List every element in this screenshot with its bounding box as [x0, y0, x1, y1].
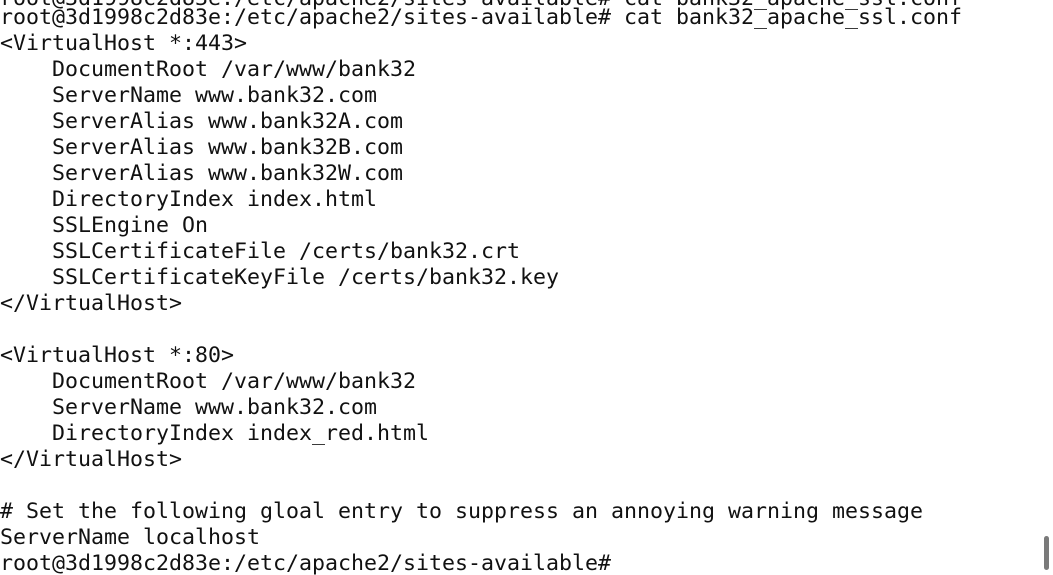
- terminal-line: </VirtualHost>: [0, 291, 183, 316]
- terminal-line: ServerAlias www.bank32W.com: [0, 161, 404, 186]
- terminal-line: DocumentRoot /var/www/bank32: [0, 57, 417, 82]
- terminal-output[interactable]: root@3d1998c2d83e:/etc/apache2/sites-ava…: [0, 0, 1040, 575]
- terminal-line: root@3d1998c2d83e:/etc/apache2/sites-ava…: [0, 5, 963, 30]
- terminal-line: ServerAlias www.bank32B.com: [0, 135, 404, 160]
- terminal-line: <VirtualHost *:80>: [0, 343, 235, 368]
- terminal-line: SSLCertificateKeyFile /certs/bank32.key: [0, 265, 560, 290]
- terminal-line: ServerName www.bank32.com: [0, 83, 378, 108]
- terminal-line-empty: [0, 317, 962, 343]
- terminal-lines: root@3d1998c2d83e:/etc/apache2/sites-ava…: [0, 5, 962, 575]
- terminal-line: ServerName www.bank32.com: [0, 395, 378, 420]
- terminal-line: <VirtualHost *:443>: [0, 31, 248, 56]
- scrollbar-thumb[interactable]: [1044, 536, 1049, 570]
- terminal-line: DirectoryIndex index.html: [0, 187, 378, 212]
- terminal-line: ServerName localhost: [0, 525, 261, 550]
- terminal-prompt[interactable]: root@3d1998c2d83e:/etc/apache2/sites-ava…: [0, 551, 962, 575]
- terminal-line: </VirtualHost>: [0, 447, 183, 472]
- terminal-line: DirectoryIndex index_red.html: [0, 421, 430, 446]
- terminal-line: SSLEngine On: [0, 213, 209, 238]
- terminal-line: DocumentRoot /var/www/bank32: [0, 369, 417, 394]
- vertical-scrollbar[interactable]: [1040, 0, 1053, 575]
- terminal-line: ServerAlias www.bank32A.com: [0, 109, 404, 134]
- terminal-line-comment: # Set the following gloal entry to suppr…: [0, 499, 924, 524]
- terminal-line: SSLCertificateFile /certs/bank32.crt: [0, 239, 521, 264]
- terminal-line-empty: [0, 473, 962, 499]
